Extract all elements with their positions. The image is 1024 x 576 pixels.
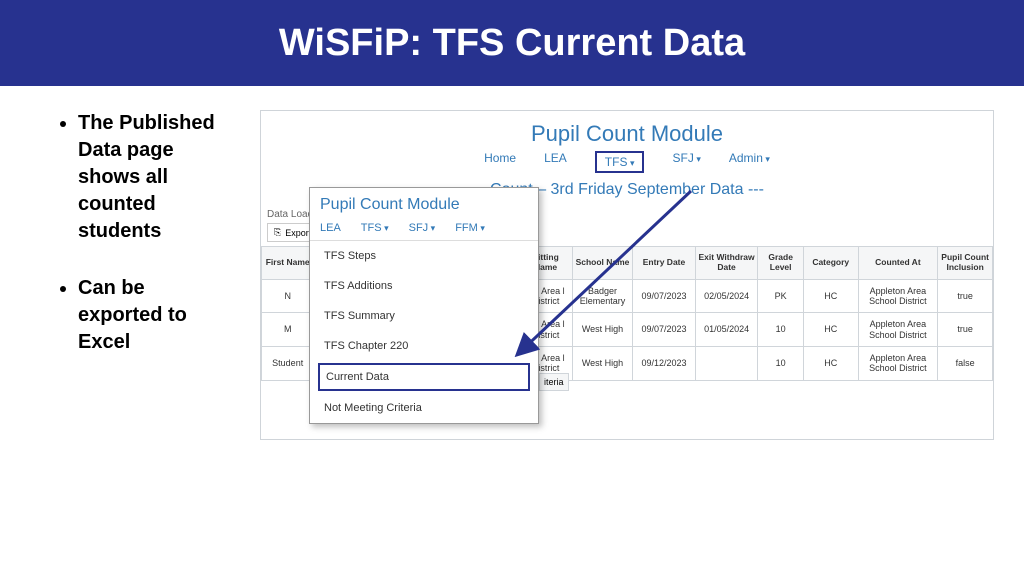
cell: HC: [803, 313, 858, 347]
cell: 09/07/2023: [633, 279, 696, 313]
col-school-name[interactable]: School Name: [572, 247, 632, 280]
cell: 10: [758, 346, 804, 380]
cell: Appleton Area School District: [858, 279, 938, 313]
col-withdraw-date[interactable]: Exit Withdraw Date: [695, 247, 758, 280]
bullet-list: The Published Data page shows all counte…: [60, 110, 230, 440]
cell: 10: [758, 313, 804, 347]
module-title: Pupil Count Module: [261, 111, 993, 151]
menu-item[interactable]: TFS Additions: [310, 271, 538, 301]
nav-tfs[interactable]: TFS: [595, 151, 645, 173]
menu-item[interactable]: TFS Summary: [310, 301, 538, 331]
slide-banner: WiSFiP: TFS Current Data: [0, 0, 1024, 86]
cell: N: [262, 279, 314, 313]
cell: Badger Elementary: [572, 279, 632, 313]
screenshot-panel: Pupil Count Module Home LEA TFS SFJ Admi…: [260, 110, 994, 440]
top-nav: Home LEA TFS SFJ Admin: [261, 151, 993, 181]
cell: true: [938, 279, 993, 313]
col-grade-level[interactable]: Grade Level: [758, 247, 804, 280]
export-icon: ⎘: [274, 227, 281, 238]
col-category[interactable]: Category: [803, 247, 858, 280]
nav-home[interactable]: Home: [484, 151, 516, 173]
cell: 09/12/2023: [633, 346, 696, 380]
dropdown-menu: TFS StepsTFS AdditionsTFS SummaryTFS Cha…: [310, 241, 538, 423]
menu-item[interactable]: TFS Steps: [310, 241, 538, 271]
col-entry-date[interactable]: Entry Date: [633, 247, 696, 280]
cell: Appleton Area School District: [858, 313, 938, 347]
cell: HC: [803, 346, 858, 380]
ov-nav-sfj[interactable]: SFJ: [409, 222, 436, 234]
ov-nav-ffm[interactable]: FFM: [455, 222, 485, 234]
menu-item[interactable]: Not Meeting Criteria: [310, 393, 538, 423]
cell: 09/07/2023: [633, 313, 696, 347]
slide-title: WiSFiP: TFS Current Data: [279, 22, 745, 65]
ov-nav-lea[interactable]: LEA: [320, 222, 341, 234]
cell: PK: [758, 279, 804, 313]
cell: false: [938, 346, 993, 380]
menu-item[interactable]: TFS Chapter 220: [310, 331, 538, 361]
cell: Appleton Area School District: [858, 346, 938, 380]
cell: West High: [572, 346, 632, 380]
cell: 01/05/2024: [695, 313, 758, 347]
dropdown-overlay: Pupil Count Module LEA TFS SFJ FFM TFS S…: [309, 187, 539, 424]
bullet-item: The Published Data page shows all counte…: [78, 110, 230, 245]
cell: [695, 346, 758, 380]
overlay-nav: LEA TFS SFJ FFM: [310, 216, 538, 241]
slide-content: The Published Data page shows all counte…: [0, 86, 1024, 440]
criteria-stub: iteria: [539, 373, 569, 391]
export-label: Export: [285, 228, 311, 238]
menu-item[interactable]: Current Data: [318, 363, 530, 391]
cell: M: [262, 313, 314, 347]
ov-nav-tfs[interactable]: TFS: [361, 222, 389, 234]
cell: HC: [803, 279, 858, 313]
cell: 02/05/2024: [695, 279, 758, 313]
overlay-title: Pupil Count Module: [310, 188, 538, 216]
col-inclusion[interactable]: Pupil Count Inclusion: [938, 247, 993, 280]
col-first-name[interactable]: First Name: [262, 247, 314, 280]
nav-lea[interactable]: LEA: [544, 151, 567, 173]
cell: true: [938, 313, 993, 347]
bullet-item: Can be exported to Excel: [78, 275, 230, 356]
col-counted-at[interactable]: Counted At: [858, 247, 938, 280]
cell: Student: [262, 346, 314, 380]
nav-sfj[interactable]: SFJ: [672, 151, 700, 173]
cell: West High: [572, 313, 632, 347]
nav-admin[interactable]: Admin: [729, 151, 770, 173]
